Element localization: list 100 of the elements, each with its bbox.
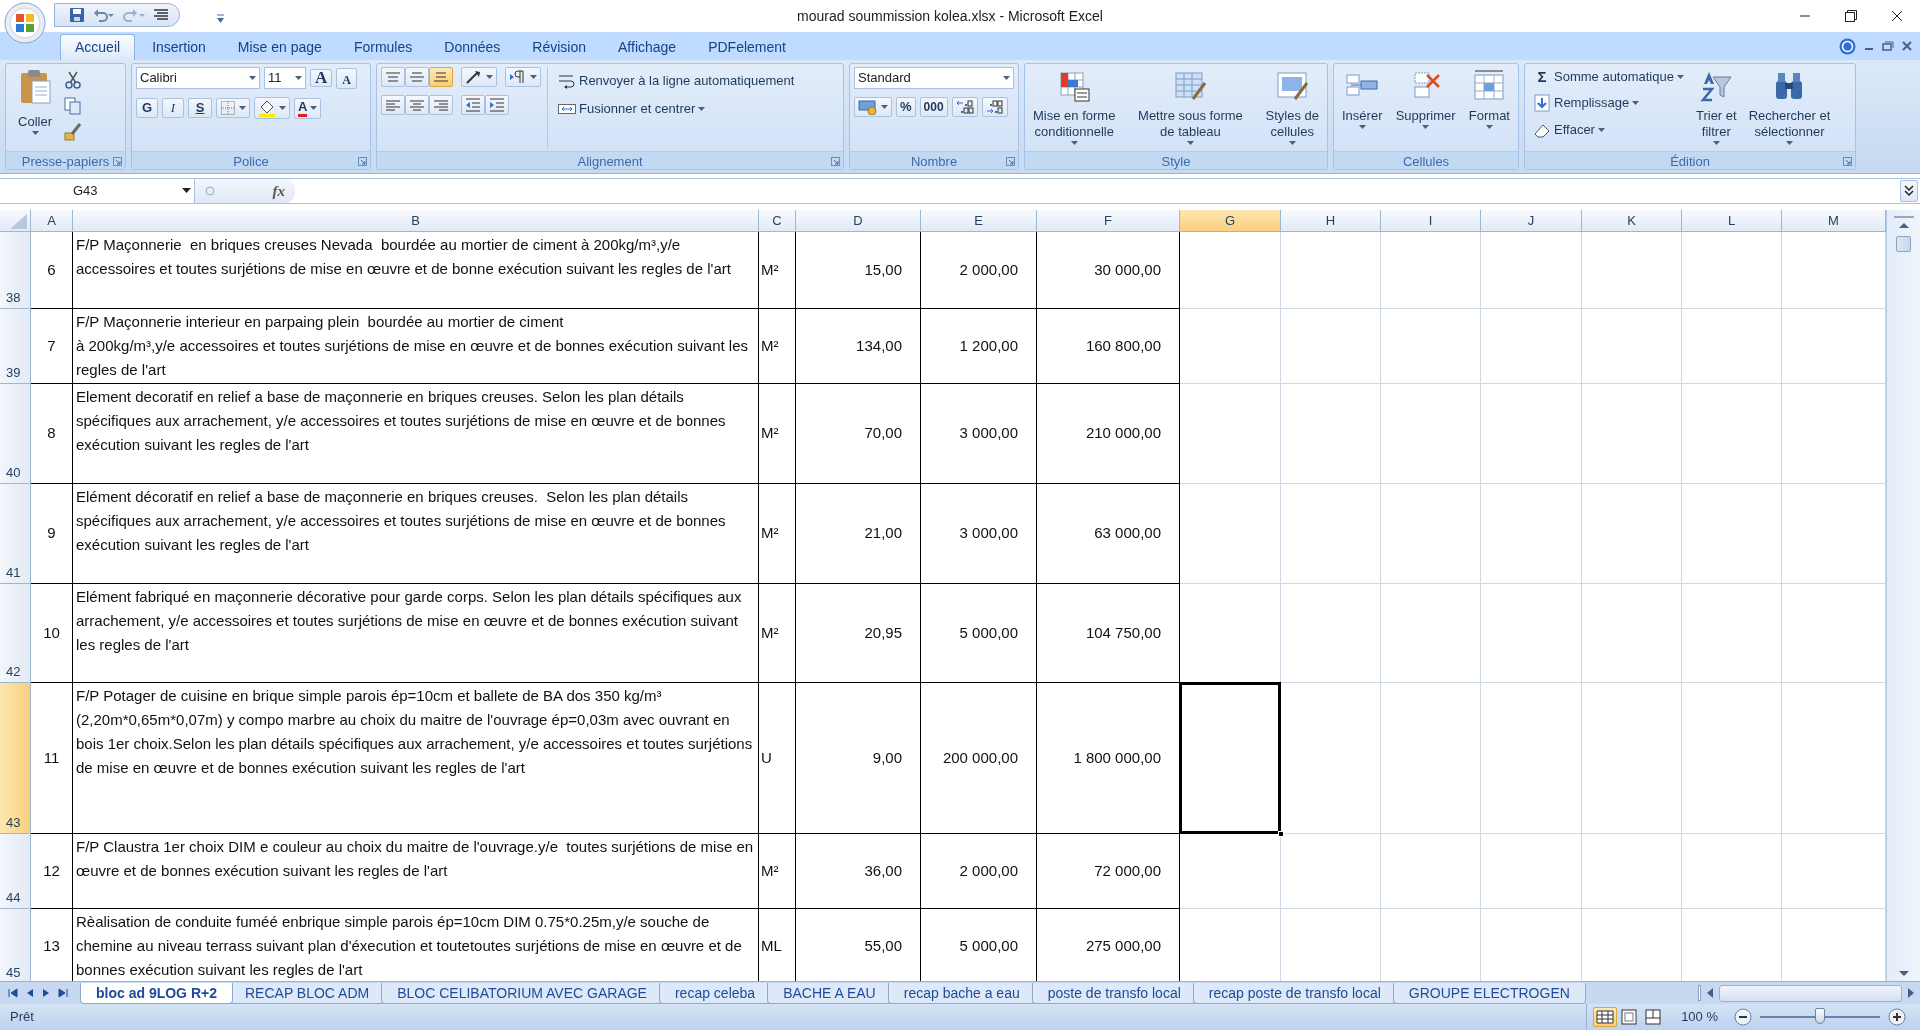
- empty-cell[interactable]: [1481, 834, 1582, 909]
- horizontal-scrollbar-thumb[interactable]: [1719, 984, 1902, 1002]
- next-sheet-icon[interactable]: [42, 988, 50, 998]
- empty-cell[interactable]: [1481, 484, 1582, 584]
- ribbon-tab[interactable]: Affichage: [603, 34, 692, 60]
- cells-button[interactable]: Supprimer: [1391, 67, 1460, 148]
- customize-caret-icon[interactable]: [216, 13, 225, 26]
- row-header[interactable]: 45: [0, 909, 31, 981]
- italic-button[interactable]: I: [162, 98, 184, 118]
- cells-button[interactable]: Insérer: [1338, 67, 1387, 148]
- empty-cell[interactable]: [1682, 834, 1782, 909]
- scroll-right-icon[interactable]: [1906, 987, 1916, 999]
- empty-cell[interactable]: [1281, 683, 1381, 834]
- sort-filter-button[interactable]: Trier et filtrer: [1691, 67, 1741, 148]
- decrease-indent-button[interactable]: [461, 95, 485, 115]
- prev-sheet-icon[interactable]: [26, 988, 34, 998]
- thousands-button[interactable]: 000: [919, 97, 948, 117]
- horizontal-align-button[interactable]: [405, 95, 429, 115]
- zoom-level[interactable]: 100 %: [1681, 1007, 1718, 1027]
- empty-cell[interactable]: [1481, 309, 1582, 384]
- increase-indent-button[interactable]: [485, 95, 509, 115]
- empty-cell[interactable]: [1281, 484, 1381, 584]
- row-header[interactable]: 44: [0, 834, 31, 909]
- ribbon-tab[interactable]: Mise en page: [222, 34, 337, 60]
- row-header[interactable]: 40: [0, 384, 31, 484]
- empty-cell[interactable]: [1582, 683, 1682, 834]
- row-header[interactable]: 42: [0, 584, 31, 683]
- brush-icon[interactable]: [64, 123, 82, 141]
- empty-cell[interactable]: [1582, 834, 1682, 909]
- empty-cell[interactable]: [1281, 384, 1381, 484]
- resize-handle-icon[interactable]: [205, 186, 215, 196]
- ribbon-tab[interactable]: Formules: [338, 34, 428, 60]
- find-select-button[interactable]: Rechercher et sélectionner: [1744, 67, 1835, 148]
- vertical-align-button[interactable]: [381, 67, 405, 87]
- empty-cell[interactable]: [1481, 384, 1582, 484]
- empty-cell[interactable]: [1381, 834, 1481, 909]
- empty-cell[interactable]: [1381, 309, 1481, 384]
- sheet-tab[interactable]: bloc ad 9LOG R+2: [80, 982, 233, 1004]
- empty-cell[interactable]: [1682, 484, 1782, 584]
- empty-cell[interactable]: [1180, 309, 1281, 384]
- fill-button[interactable]: Remplissage: [1529, 92, 1688, 114]
- empty-cell[interactable]: [1582, 309, 1682, 384]
- column-header[interactable]: D: [796, 210, 921, 232]
- empty-cell[interactable]: [1180, 484, 1281, 584]
- column-header[interactable]: M: [1782, 210, 1886, 232]
- empty-cell[interactable]: [1682, 232, 1782, 309]
- redo-icon[interactable]: [123, 7, 145, 23]
- font-name-field[interactable]: Calibri: [136, 67, 260, 89]
- decrease-decimal-button[interactable]: [981, 97, 1008, 117]
- column-header[interactable]: A: [31, 210, 73, 232]
- bold-button[interactable]: G: [136, 98, 158, 118]
- empty-cell[interactable]: [1682, 584, 1782, 683]
- font-color-button[interactable]: A: [294, 97, 322, 119]
- ribbon-tab[interactable]: Révision: [517, 34, 601, 60]
- ribbon-tab[interactable]: Accueil: [60, 34, 136, 60]
- view-button[interactable]: [1593, 1007, 1618, 1027]
- zoom-in-icon[interactable]: [1888, 1008, 1906, 1026]
- horizontal-align-button[interactable]: [429, 95, 453, 115]
- save-icon[interactable]: [69, 7, 85, 23]
- restore-icon[interactable]: [1882, 41, 1894, 51]
- empty-cell[interactable]: [1582, 232, 1682, 309]
- underline-button[interactable]: S: [188, 98, 212, 118]
- empty-cell[interactable]: [1481, 232, 1582, 309]
- zoom-slider-thumb[interactable]: [1815, 1008, 1825, 1024]
- ribbon-tab[interactable]: Données: [429, 34, 516, 60]
- column-header[interactable]: I: [1381, 210, 1481, 232]
- empty-cell[interactable]: [1281, 309, 1381, 384]
- empty-cell[interactable]: [1180, 232, 1281, 309]
- column-header[interactable]: J: [1481, 210, 1582, 232]
- wrap-text-button[interactable]: Renvoyer à la ligne automatiquement: [554, 71, 799, 91]
- shrink-font-button[interactable]: A: [336, 67, 357, 89]
- row-header[interactable]: 41: [0, 484, 31, 584]
- fill-handle[interactable]: [1278, 831, 1284, 837]
- vertical-align-button[interactable]: [405, 67, 429, 87]
- grow-font-button[interactable]: A: [310, 69, 333, 87]
- vertical-align-button[interactable]: [429, 67, 453, 87]
- column-header[interactable]: K: [1582, 210, 1682, 232]
- column-header[interactable]: B: [73, 210, 759, 232]
- row-header[interactable]: 39: [0, 309, 31, 384]
- help-icon[interactable]: [1839, 37, 1856, 55]
- empty-cell[interactable]: [1381, 584, 1481, 683]
- launcher-icon[interactable]: [1843, 157, 1852, 167]
- column-header[interactable]: C: [759, 210, 796, 232]
- cells-button[interactable]: Format: [1464, 67, 1514, 148]
- style-button[interactable]: Mettre sous forme de tableau: [1134, 67, 1247, 148]
- empty-cell[interactable]: [1381, 384, 1481, 484]
- zoom-out-icon[interactable]: [1734, 1008, 1752, 1026]
- merge-center-button[interactable]: Fusionner et centrer: [554, 99, 799, 119]
- ribbon-tab[interactable]: PDFelement: [693, 34, 801, 60]
- ribbon-tab[interactable]: Insertion: [137, 34, 221, 60]
- empty-cell[interactable]: [1582, 384, 1682, 484]
- expand-formula-bar-button[interactable]: [1900, 180, 1918, 202]
- horizontal-align-button[interactable]: [381, 95, 405, 115]
- scrollbar-thumb[interactable]: [1896, 236, 1911, 252]
- scissors-icon[interactable]: [64, 71, 82, 89]
- empty-cell[interactable]: [1381, 484, 1481, 584]
- last-sheet-icon[interactable]: [58, 988, 68, 998]
- scroll-left-icon[interactable]: [1705, 987, 1715, 999]
- column-header[interactable]: H: [1281, 210, 1381, 232]
- style-button[interactable]: Mise en forme conditionnelle: [1029, 67, 1120, 148]
